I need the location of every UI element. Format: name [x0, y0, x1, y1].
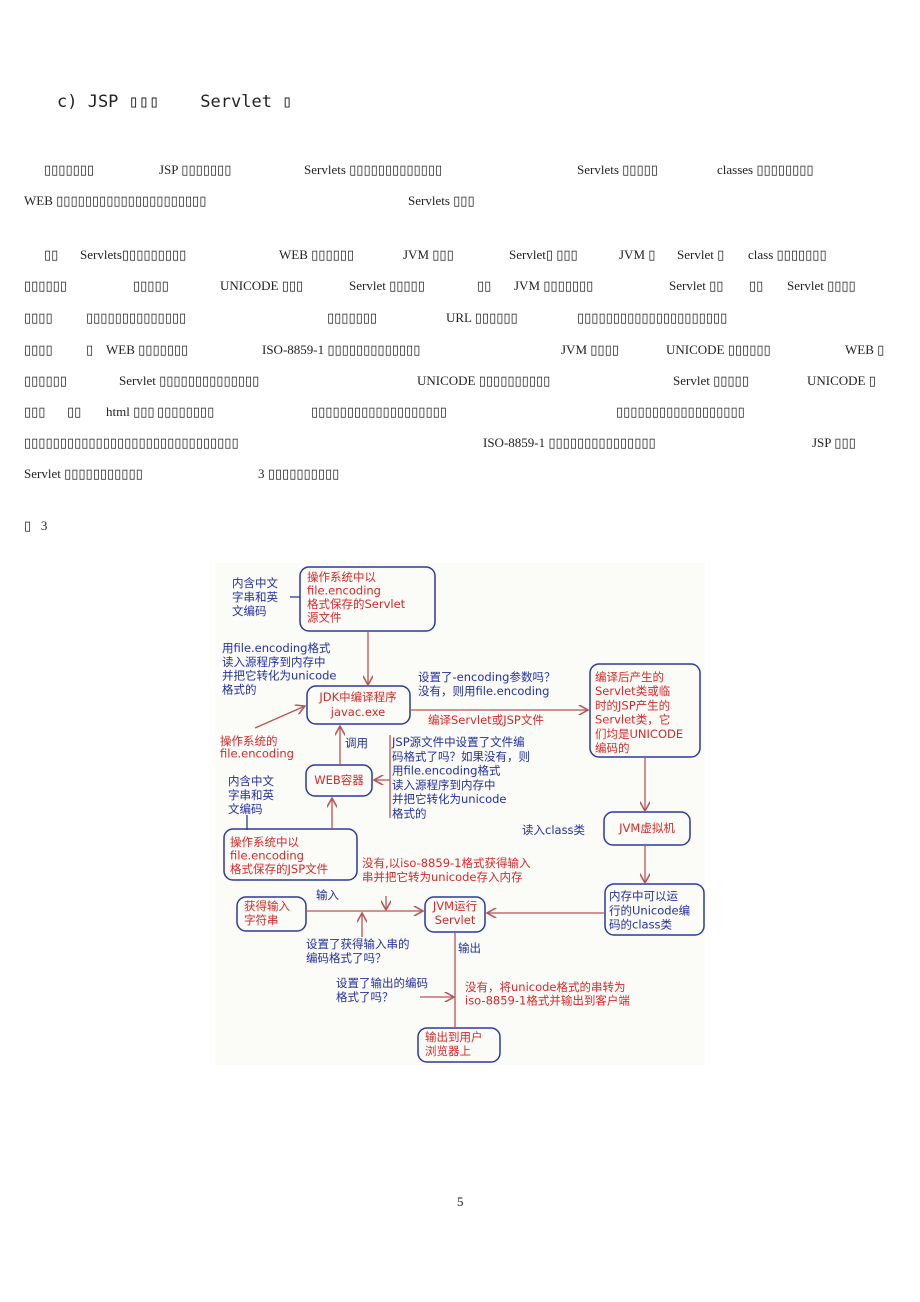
diagram-background — [215, 563, 705, 1065]
get-input-box-label: 字符串 — [244, 913, 279, 927]
get-input-box-label: 获得输入 — [244, 899, 290, 913]
compile-label-label: 编译Servlet或JSP文件 — [428, 713, 544, 727]
os-encoding-label: file.encoding — [220, 747, 294, 761]
jsp-note-label: 并把它转化为unicode — [392, 792, 507, 806]
input-default-note-label: 没有,以iso-8859-1格式获得输入 — [362, 856, 531, 870]
jsp-note-label: 格式的 — [392, 807, 427, 821]
read-note-1-label: 并把它转化为unicode — [222, 669, 337, 683]
invoke-label-label: 调用 — [345, 736, 368, 750]
class-box-label: 编码的 — [595, 741, 630, 755]
document-page: c) JSP ▯▯▯ Servlet ▯ ▯▯▯▯▯▯▯ JSP ▯▯▯▯▯▯▯ S… — [0, 0, 920, 1302]
note-jsp-src-label: 文编码 — [228, 802, 263, 816]
input-question-label: 设置了获得输入串的 — [306, 937, 410, 951]
jsp-note-label: JSP源文件中设置了文件编 — [391, 735, 525, 749]
input-question-label: 编码格式了吗？ — [306, 951, 387, 965]
class-box-label: 们均是UNICODE — [595, 727, 683, 741]
output-default-note-label: 没有，将unicode格式的串转为 — [465, 980, 626, 994]
encoding-question-label: 没有，则用file.encoding — [418, 684, 549, 698]
jsp-source-box-label: 操作系统中以 — [230, 835, 299, 849]
jsp-note-label: 码格式了吗？如果没有，则 — [392, 749, 530, 763]
encoding-flow-diagram: 内含中文字串和英文编码操作系统中以file.encoding格式保存的Servl… — [215, 563, 705, 1065]
note-servlet-src-label: 文编码 — [232, 604, 267, 618]
output-label-label: 输出 — [458, 941, 481, 955]
input-default-note-label: 串并把它转为unicode存入内存 — [362, 870, 523, 884]
class-box-label: 编译后产生的 — [595, 670, 664, 684]
jvm-run-box-label: Servlet — [435, 913, 476, 927]
input-label-label: 输入 — [316, 888, 339, 902]
memory-box-label: 行的Unicode编 — [609, 903, 690, 917]
read-class-label-label: 读入class类 — [522, 823, 586, 837]
read-note-1-label: 格式的 — [222, 682, 257, 696]
note-jsp-src-label: 字串和英 — [228, 788, 274, 802]
class-box-label: Servlet类，它 — [595, 713, 670, 727]
encoding-question-label: 设置了-encoding参数吗？ — [418, 670, 555, 684]
page-number: 5 — [457, 1194, 464, 1209]
memory-box-label: 码的class类 — [609, 918, 673, 932]
read-note-1-label: 读入源程序到内存中 — [222, 655, 326, 669]
class-box-label: Servlet类或临 — [595, 684, 670, 698]
note-servlet-src-label: 内含中文 — [232, 576, 278, 590]
jsp-source-box-label: file.encoding — [230, 849, 304, 863]
note-jsp-src-label: 内含中文 — [228, 774, 274, 788]
servlet-source-box-label: file.encoding — [307, 584, 381, 598]
read-note-1-label: 用file.encoding格式 — [222, 641, 331, 655]
servlet-source-box-label: 源文件 — [307, 611, 342, 625]
web-container-box-label: WEB容器 — [314, 773, 364, 787]
output-question-label: 设置了输出的编码 — [336, 976, 428, 990]
output-question-label: 格式了吗？ — [336, 990, 394, 1004]
jvm-box-label: JVM虚拟机 — [618, 821, 675, 835]
browser-box-label: 输出到用户 — [425, 1030, 483, 1044]
compiler-box-label: JDK中编译程序 — [318, 690, 396, 704]
servlet-source-box-label: 操作系统中以 — [307, 570, 376, 584]
jsp-source-box-label: 格式保存的JSP文件 — [230, 862, 328, 876]
jsp-note-label: 读入源程序到内存中 — [392, 778, 496, 792]
output-default-note-label: iso-8859-1格式并输出到客户端 — [465, 994, 630, 1008]
browser-box-label: 浏览器上 — [425, 1044, 471, 1058]
memory-box-label: 内存中可以运 — [609, 889, 678, 903]
compiler-box-label: javac.exe — [330, 705, 385, 719]
class-box-label: 时的JSP产生的 — [595, 698, 670, 712]
jvm-run-box-label: JVM运行 — [432, 899, 477, 913]
jsp-note-label: 用file.encoding格式 — [392, 764, 501, 778]
note-servlet-src-label: 字串和英 — [232, 590, 278, 604]
servlet-source-box-label: 格式保存的Servlet — [307, 597, 406, 611]
